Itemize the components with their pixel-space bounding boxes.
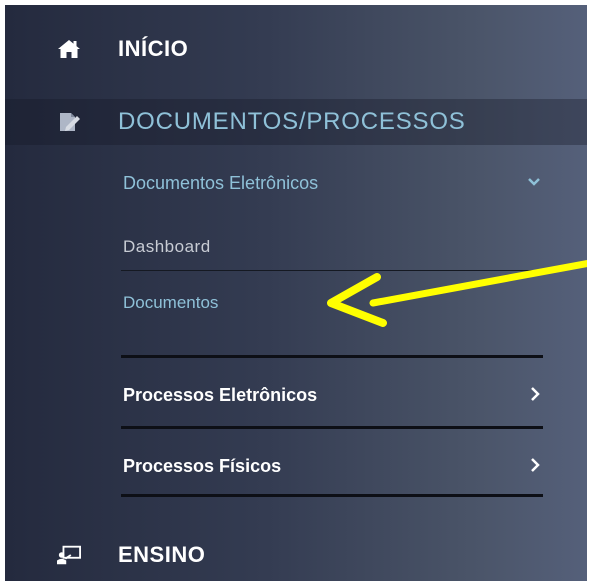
document-edit-icon: [57, 110, 81, 134]
submenu-documentos-eletronicos[interactable]: Documentos Eletrônicos: [123, 173, 318, 194]
sidebar-menu: INÍCIO DOCUMENTOS/PROCESSOS Documentos E…: [5, 5, 587, 581]
divider: [121, 494, 543, 497]
home-icon: [57, 37, 81, 61]
menu-item-ensino[interactable]: ENSINO: [5, 533, 587, 577]
menu-item-documentos-processos[interactable]: DOCUMENTOS/PROCESSOS: [5, 99, 587, 145]
chevron-right-icon[interactable]: [529, 386, 541, 407]
submenu-processos-fisicos[interactable]: Processos Físicos: [123, 456, 281, 477]
menu-item-label: DOCUMENTOS/PROCESSOS: [118, 108, 466, 135]
chevron-right-icon[interactable]: [529, 457, 541, 478]
chevron-down-icon[interactable]: [527, 175, 541, 194]
divider: [121, 270, 545, 271]
submenu-item-dashboard[interactable]: Dashboard: [123, 237, 211, 257]
classroom-icon: [57, 543, 81, 567]
divider: [121, 355, 543, 358]
menu-item-label: INÍCIO: [118, 36, 189, 61]
annotation-arrow-icon: [327, 260, 587, 327]
submenu-item-documentos[interactable]: Documentos: [123, 293, 218, 313]
divider: [121, 426, 543, 429]
menu-item-label: ENSINO: [118, 542, 206, 567]
menu-item-inicio[interactable]: INÍCIO: [5, 29, 587, 69]
submenu-processos-eletronicos[interactable]: Processos Eletrônicos: [123, 385, 317, 406]
